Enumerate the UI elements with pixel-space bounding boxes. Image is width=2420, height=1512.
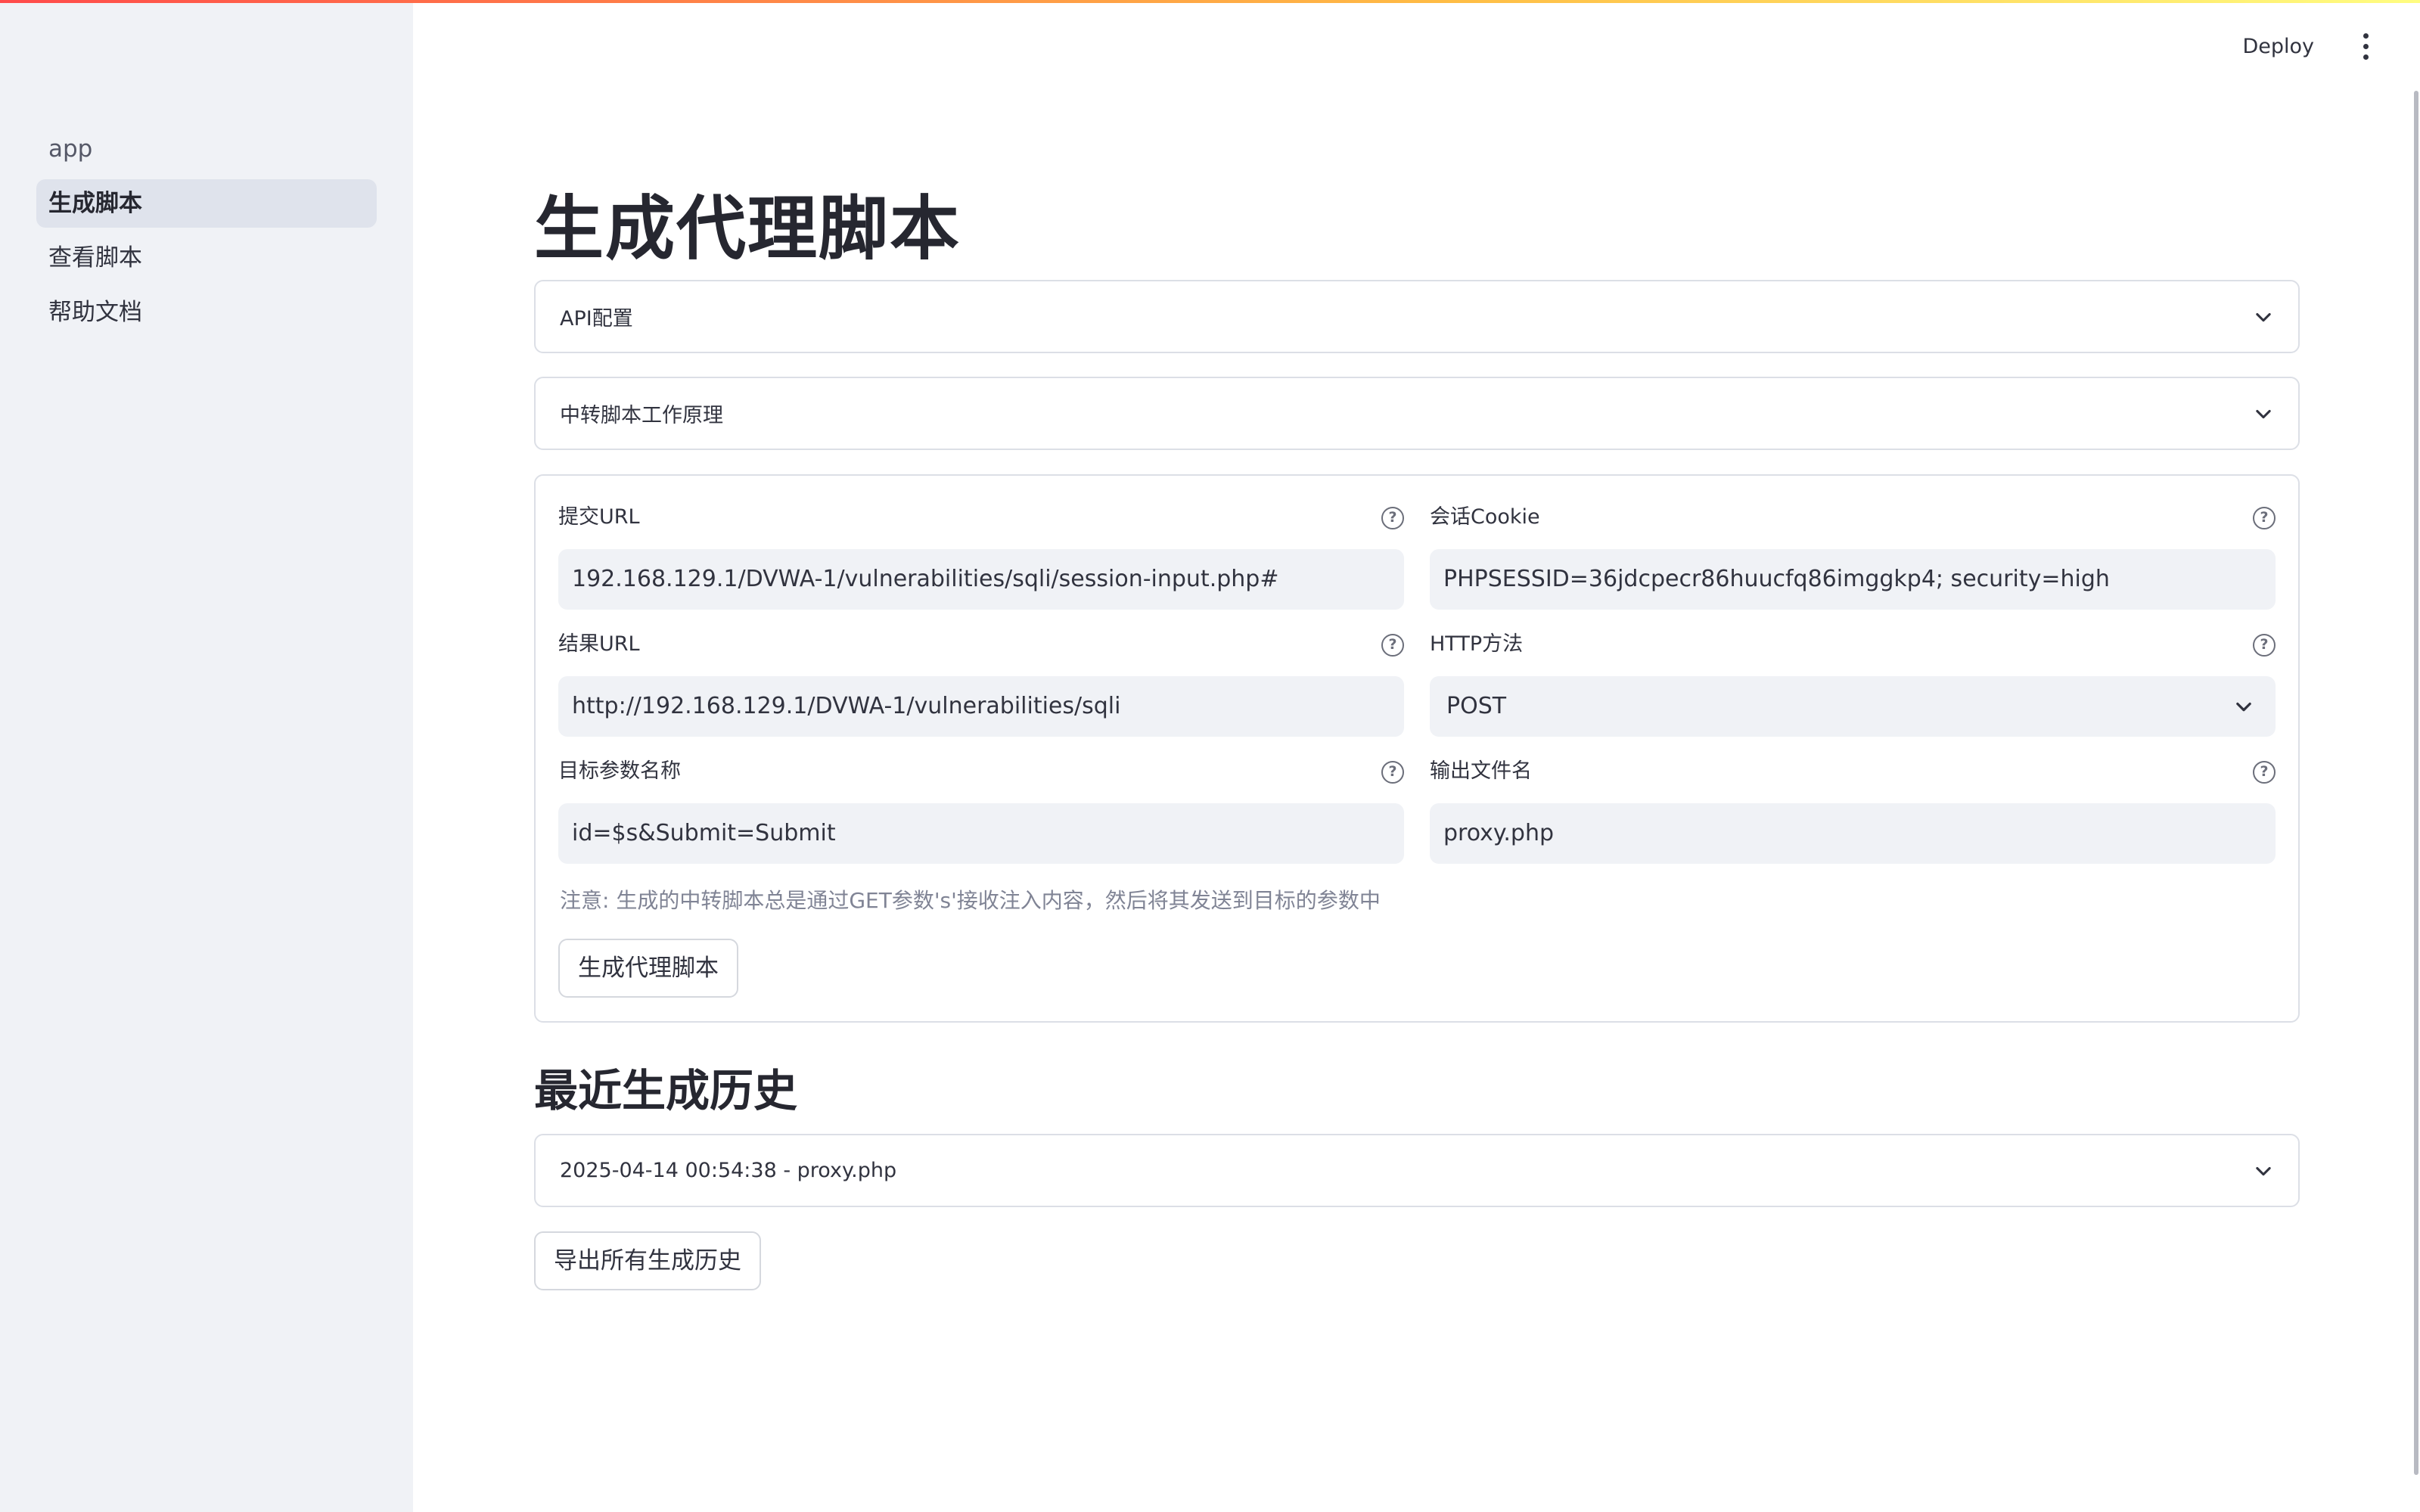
page-title: 生成代理脚本 bbox=[534, 188, 961, 269]
select-value: POST bbox=[1446, 693, 1507, 719]
submit-url-field: 提交URL ? 192.168.129.1/DVWA-1/vulnerabili… bbox=[558, 502, 1404, 610]
export-history-button[interactable]: 导出所有生成历史 bbox=[534, 1231, 761, 1290]
history-item-label: 2025-04-14 00:54:38 - proxy.php bbox=[560, 1159, 897, 1182]
cookie-field: 会话Cookie ? PHPSESSID=36jdcpecr86huucfq86… bbox=[1430, 502, 2276, 610]
history-section-title: 最近生成历史 bbox=[534, 1065, 798, 1116]
help-icon[interactable]: ? bbox=[2253, 634, 2276, 657]
help-icon[interactable]: ? bbox=[2253, 761, 2276, 784]
target-param-input[interactable]: id=$s&Submit=Submit bbox=[558, 803, 1404, 864]
chevron-down-icon bbox=[2256, 312, 2271, 321]
form-note: 注意: 生成的中转脚本总是通过GET参数's'接收注入内容，然后将其发送到目标的… bbox=[560, 888, 1381, 913]
scrollbar[interactable] bbox=[2414, 91, 2418, 1475]
history-item[interactable]: 2025-04-14 00:54:38 - proxy.php bbox=[534, 1134, 2300, 1207]
sidebar-nav: app 生成脚本 查看脚本 帮助文档 bbox=[36, 125, 377, 343]
chevron-down-icon bbox=[2256, 1166, 2271, 1175]
deploy-button[interactable]: Deploy bbox=[2233, 30, 2323, 63]
output-file-field: 输出文件名 ? proxy.php bbox=[1430, 756, 2276, 864]
http-method-field: HTTP方法 ? POST bbox=[1430, 629, 2276, 737]
http-method-select[interactable]: POST bbox=[1430, 676, 2276, 737]
sidebar-item-view-scripts[interactable]: 查看脚本 bbox=[36, 234, 377, 282]
field-label: 结果URL bbox=[558, 632, 640, 656]
field-label: 目标参数名称 bbox=[558, 759, 681, 783]
result-url-field: 结果URL ? http://192.168.129.1/DVWA-1/vuln… bbox=[558, 629, 1404, 737]
output-file-input[interactable]: proxy.php bbox=[1430, 803, 2276, 864]
cookie-input[interactable]: PHPSESSID=36jdcpecr86huucfq86imggkp4; se… bbox=[1430, 549, 2276, 610]
header-actions: Deploy bbox=[2233, 30, 2375, 63]
field-label: 提交URL bbox=[558, 505, 640, 529]
kebab-menu-icon[interactable] bbox=[2356, 31, 2375, 63]
top-accent-bar bbox=[0, 0, 2420, 3]
chevron-down-icon bbox=[2236, 702, 2251, 712]
chevron-down-icon bbox=[2256, 409, 2271, 418]
target-param-field: 目标参数名称 ? id=$s&Submit=Submit bbox=[558, 756, 1404, 864]
expander-label: 中转脚本工作原理 bbox=[560, 404, 723, 427]
expander-api-config[interactable]: API配置 bbox=[534, 280, 2300, 353]
generate-form: 提交URL ? 192.168.129.1/DVWA-1/vulnerabili… bbox=[534, 474, 2300, 1023]
help-icon[interactable]: ? bbox=[1381, 634, 1404, 657]
sidebar-item-help-docs[interactable]: 帮助文档 bbox=[36, 288, 377, 337]
expander-how-it-works[interactable]: 中转脚本工作原理 bbox=[534, 377, 2300, 450]
sidebar-item-app[interactable]: app bbox=[36, 125, 377, 173]
help-icon[interactable]: ? bbox=[1381, 507, 1404, 529]
result-url-input[interactable]: http://192.168.129.1/DVWA-1/vulnerabilit… bbox=[558, 676, 1404, 737]
field-label: 输出文件名 bbox=[1430, 759, 1532, 783]
sidebar: app 生成脚本 查看脚本 帮助文档 bbox=[0, 0, 413, 1512]
sidebar-item-generate-script[interactable]: 生成脚本 bbox=[36, 179, 377, 228]
expander-label: API配置 bbox=[560, 307, 633, 331]
help-icon[interactable]: ? bbox=[2253, 507, 2276, 529]
submit-url-input[interactable]: 192.168.129.1/DVWA-1/vulnerabilities/sql… bbox=[558, 549, 1404, 610]
field-label: 会话Cookie bbox=[1430, 505, 1540, 529]
field-label: HTTP方法 bbox=[1430, 632, 1524, 656]
generate-script-button[interactable]: 生成代理脚本 bbox=[558, 939, 738, 998]
help-icon[interactable]: ? bbox=[1381, 761, 1404, 784]
